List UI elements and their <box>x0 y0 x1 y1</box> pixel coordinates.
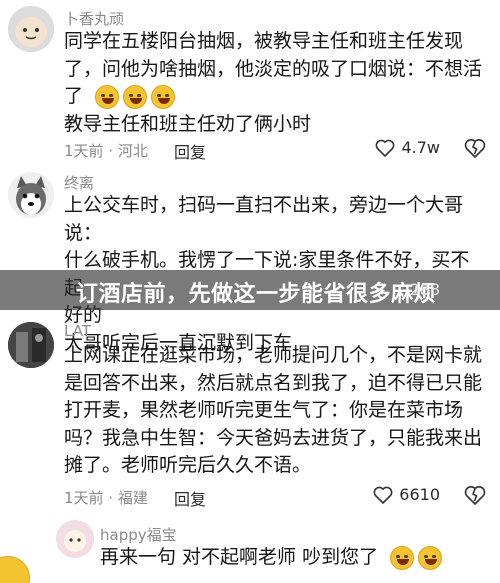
username[interactable]: 终离 <box>64 172 94 193</box>
comment-line: 是回答不出来，然后就点名到我了，迫不得已只能 <box>64 371 483 394</box>
comment-time-location: 1天前 · 河北 <box>64 142 148 160</box>
comment-text: 上网课正在逛菜市场，老师提问几个，不是网卡就 是回答不出来，然后就点名到我了，迫… <box>64 342 486 480</box>
comment-line: 摊了。老师听完后久久不语。 <box>64 454 312 476</box>
comment-line: 上网课正在逛菜市场，老师提问几个，不是网卡就 <box>64 344 483 366</box>
like-button[interactable]: 4.7w <box>375 138 440 157</box>
comment-text: 同学在五楼阳台抽烟，被教导主任和班主任发现 了，问他为啥抽烟，他淡定的吸了口烟说… <box>64 28 486 138</box>
comment-line: 了，问他为啥抽烟，他淡定的吸了口烟说：不想活 <box>64 57 483 80</box>
corner-emoji-icon <box>0 556 30 583</box>
grinning-face-icon <box>123 84 148 109</box>
comment-line: 上公交车时，扫码一直扫不出来，旁边一个大哥说： <box>64 194 464 244</box>
grinning-face-icon <box>95 84 120 109</box>
comment-line: 再来一句 对不起啊老师 吵到您了 <box>100 544 486 572</box>
emoji-row <box>390 545 443 570</box>
comment-line: 打开麦，果然老师听完更生气了：你是在菜市场 <box>64 399 464 421</box>
avatar[interactable] <box>8 172 54 218</box>
comment-text: 再来一句 对不起啊老师 吵到您了 <box>100 544 486 572</box>
heart-icon <box>373 486 393 504</box>
like-count: 6610 <box>399 485 440 504</box>
broken-heart-icon[interactable] <box>464 484 486 506</box>
comment-line: 同学在五楼阳台抽烟，被教导主任和班主任发现 <box>64 30 464 52</box>
comment-line: 教导主任和班主任劝了俩小时 <box>64 112 312 135</box>
comment-line: 吗？我急中生智：今天爸妈去进货了，只能我来出 <box>64 426 483 449</box>
heart-icon <box>376 139 395 157</box>
cartoon-avatar-icon <box>56 520 94 558</box>
broken-heart-icon[interactable] <box>464 137 486 159</box>
overlay-like-count: 288 <box>409 280 440 299</box>
username[interactable]: LAT <box>64 322 91 340</box>
username[interactable]: 卜香丸顽 <box>64 8 124 29</box>
avatar[interactable] <box>8 322 54 368</box>
like-count: 4.7w <box>401 138 440 157</box>
reply-button[interactable]: 回复 <box>174 139 206 163</box>
dark-photo-avatar-icon <box>8 322 54 368</box>
crying-face-icon <box>418 545 443 570</box>
emoji-row <box>95 84 176 109</box>
reply-button[interactable]: 回复 <box>174 486 206 510</box>
username[interactable]: happy福宝 <box>100 524 177 545</box>
husky-dog-avatar-icon <box>8 172 54 218</box>
crying-face-icon <box>390 545 415 570</box>
avatar[interactable] <box>56 520 94 558</box>
like-button[interactable]: 6610 <box>373 485 440 504</box>
avatar[interactable] <box>8 6 54 52</box>
cartoon-avatar-icon <box>8 6 54 52</box>
comment-line: 了 <box>64 83 486 111</box>
comment-time-location: 1天前 · 福建 <box>64 489 148 507</box>
grinning-face-icon <box>151 84 176 109</box>
overlay-headline: 订酒店前，先做这一步能省很多麻烦 <box>76 282 437 307</box>
